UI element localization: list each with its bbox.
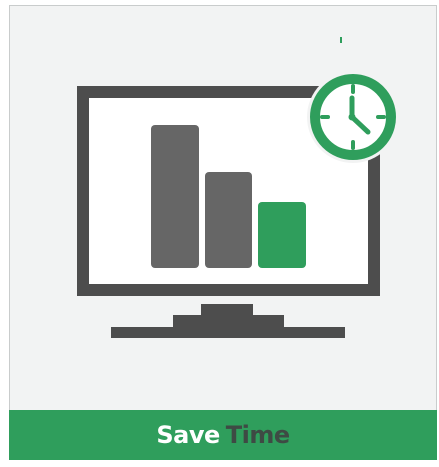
illustration — [77, 37, 399, 338]
bar-short — [258, 202, 306, 268]
banner-title: Save Time — [156, 421, 290, 449]
bar-tall — [151, 125, 199, 268]
monitor-neck — [201, 304, 253, 316]
clock-icon — [307, 71, 399, 163]
monitor-stand — [173, 315, 284, 328]
banner-word-time: Time — [225, 421, 290, 449]
accent-tick — [340, 37, 342, 43]
banner-word-save: Save — [156, 421, 220, 449]
save-time-banner: Save Time — [9, 410, 437, 460]
monitor-base — [111, 327, 345, 338]
bar-medium — [205, 172, 252, 268]
